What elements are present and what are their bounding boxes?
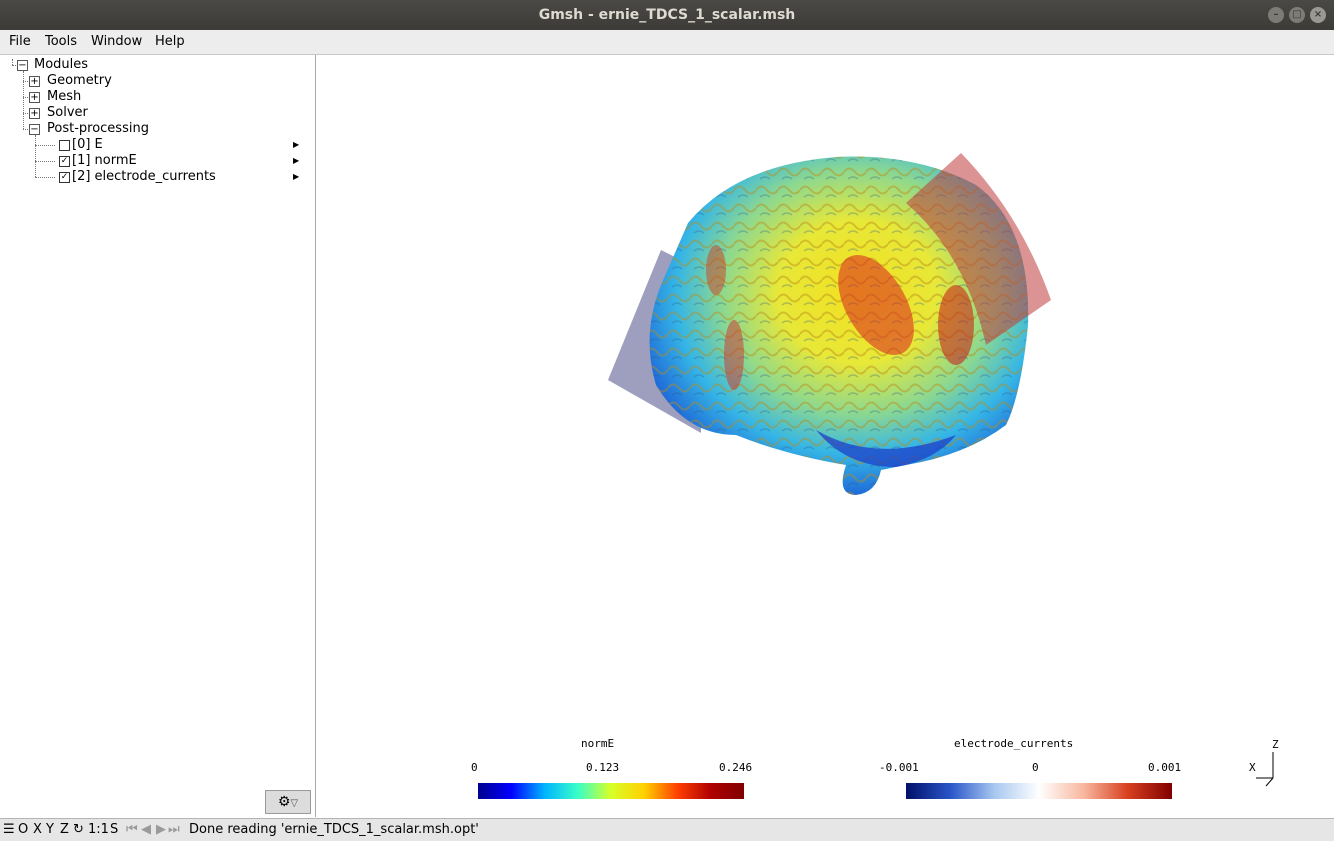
- view-1-checkbox[interactable]: ✓: [59, 156, 70, 167]
- view-0-checkbox[interactable]: [59, 140, 70, 151]
- menu-tools[interactable]: Tools: [45, 34, 77, 49]
- collapse-modules-icon[interactable]: −: [17, 60, 28, 71]
- view-z-button[interactable]: Z: [60, 822, 69, 837]
- menu-file[interactable]: File: [9, 34, 31, 49]
- settings-button[interactable]: ⚙▽: [265, 790, 311, 814]
- tree-postprocessing[interactable]: Post-processing: [47, 121, 149, 137]
- tree-geometry[interactable]: Geometry: [47, 73, 112, 89]
- prev-step-icon[interactable]: ◀: [141, 822, 151, 837]
- tree-view-0[interactable]: [0] E: [72, 137, 103, 153]
- colorbar-currents-max: 0.001: [1148, 761, 1182, 774]
- colorbar-currents: [906, 783, 1172, 799]
- expand-solver-icon[interactable]: +: [29, 108, 40, 119]
- colorbar-norme: [478, 783, 744, 799]
- tree-view-2[interactable]: [2] electrode_currents: [72, 169, 216, 185]
- status-bar: ☰ O X Y Z ↻ 1:1 S ⏮ ◀ ▶ ⏭ Done reading '…: [0, 818, 1334, 841]
- minimize-icon[interactable]: –: [1268, 7, 1284, 23]
- tree-mesh[interactable]: Mesh: [47, 89, 81, 105]
- view-x-button[interactable]: X: [33, 822, 42, 837]
- view-2-menu-arrow-icon[interactable]: ▶: [293, 172, 299, 181]
- tree-modules[interactable]: Modules: [34, 57, 88, 73]
- collapse-postprocessing-icon[interactable]: −: [29, 124, 40, 135]
- dropdown-arrow-icon: ▽: [290, 798, 299, 809]
- colorbar-currents-mid: 0: [1032, 761, 1039, 774]
- view-y-button[interactable]: Y: [46, 822, 54, 837]
- menu-toggle-icon[interactable]: ☰: [3, 822, 15, 837]
- scale-button[interactable]: 1:1: [88, 822, 109, 837]
- expand-geometry-icon[interactable]: +: [29, 76, 40, 87]
- colorbar-norme-max: 0.246: [719, 761, 753, 774]
- view-origin-button[interactable]: O: [18, 822, 28, 837]
- close-icon[interactable]: ×: [1310, 7, 1326, 23]
- maximize-icon[interactable]: □: [1289, 7, 1305, 23]
- menu-window[interactable]: Window: [91, 34, 142, 49]
- select-button[interactable]: S: [110, 822, 118, 837]
- colorbar-norme-mid: 0.123: [586, 761, 620, 774]
- play-icon[interactable]: ▶: [156, 822, 166, 837]
- module-tree: − Modules + Geometry + Mesh + Solver − P…: [0, 55, 316, 817]
- axis-x-label: X: [1249, 761, 1256, 774]
- expand-mesh-icon[interactable]: +: [29, 92, 40, 103]
- graphics-viewport[interactable]: normE 0 0.123 0.246 electrode_currents -…: [316, 55, 1334, 817]
- view-2-checkbox[interactable]: ✓: [59, 172, 70, 183]
- last-step-icon[interactable]: ⏭: [168, 822, 180, 837]
- title-bar: Gmsh - ernie_TDCS_1_scalar.msh – □ ×: [0, 0, 1334, 30]
- colorbar-norme-min: 0: [471, 761, 478, 774]
- menu-help[interactable]: Help: [155, 34, 185, 49]
- first-step-icon[interactable]: ⏮: [126, 822, 138, 837]
- window-title: Gmsh - ernie_TDCS_1_scalar.msh: [538, 7, 796, 23]
- view-1-menu-arrow-icon[interactable]: ▶: [293, 156, 299, 165]
- tree-view-1[interactable]: [1] normE: [72, 153, 137, 169]
- view-0-menu-arrow-icon[interactable]: ▶: [293, 140, 299, 149]
- status-message: Done reading 'ernie_TDCS_1_scalar.msh.op…: [189, 822, 479, 837]
- tree-solver[interactable]: Solver: [47, 105, 88, 121]
- rotate-icon[interactable]: ↻: [73, 822, 84, 837]
- axis-z-label: Z: [1272, 738, 1279, 751]
- colorbar-currents-min: -0.001: [879, 761, 919, 774]
- menu-bar: File Tools Window Help: [0, 30, 1334, 55]
- colorbar-norme-title: normE: [581, 737, 615, 750]
- gear-icon: ⚙: [277, 794, 291, 810]
- brain-model[interactable]: [316, 55, 1334, 817]
- colorbar-currents-title: electrode_currents: [954, 737, 1074, 750]
